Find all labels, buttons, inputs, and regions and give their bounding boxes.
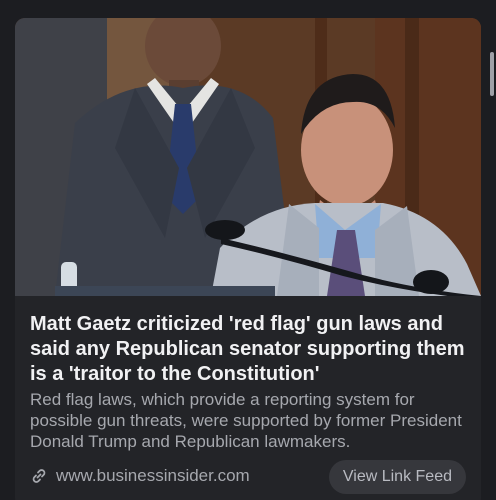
article-summary: Red flag laws, which provide a reporting… — [30, 390, 462, 451]
article-photo-illustration — [15, 18, 481, 296]
article-source[interactable]: www.businessinsider.com — [30, 466, 250, 486]
article-source-label: www.businessinsider.com — [56, 466, 250, 485]
view-link-feed-button[interactable]: View Link Feed — [328, 460, 466, 494]
article-headline[interactable]: Matt Gaetz criticized 'red flag' gun law… — [30, 312, 470, 387]
news-card[interactable]: Matt Gaetz criticized 'red flag' gun law… — [15, 18, 481, 500]
feed-page: Matt Gaetz criticized 'red flag' gun law… — [0, 0, 496, 500]
link-icon — [30, 467, 48, 485]
scrollbar-thumb[interactable] — [490, 52, 494, 96]
card-footer: www.businessinsider.com View Link Feed — [15, 460, 481, 500]
article-photo[interactable] — [15, 18, 481, 296]
